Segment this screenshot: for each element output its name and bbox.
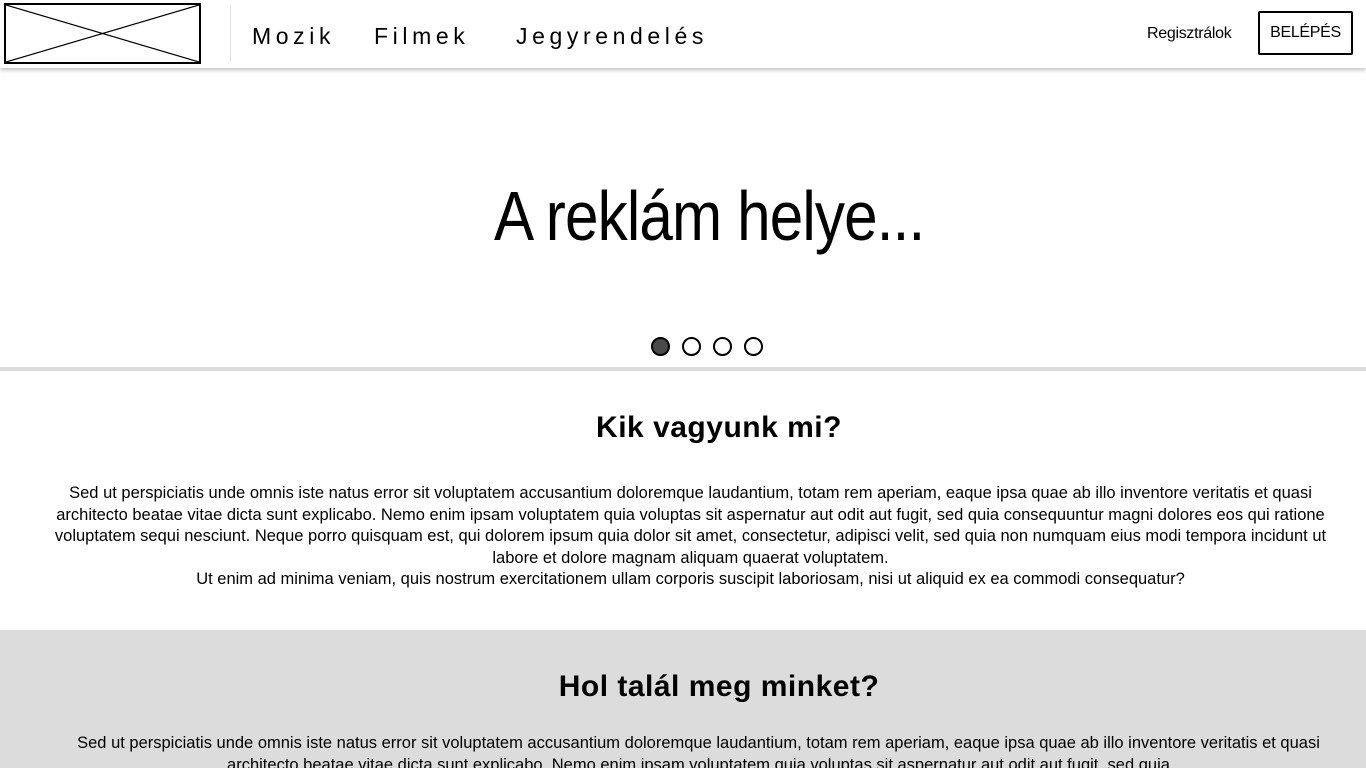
location-text: Sed ut perspiciatis unde omnis iste natu…	[48, 733, 1349, 768]
hero-ad-text: A reklám helye...	[493, 177, 925, 255]
about-title: Kik vagyunk mi?	[596, 411, 842, 444]
nav-item-mozik[interactable]: Mozik	[252, 22, 335, 50]
about-section: Kik vagyunk mi? Sed ut perspiciatis unde…	[0, 371, 1366, 630]
carousel-dot-4[interactable]	[744, 337, 763, 356]
hero-banner: A reklám helye...	[0, 68, 1366, 367]
carousel-dot-3[interactable]	[713, 337, 732, 356]
location-section: Hol talál meg minket? Sed ut perspiciati…	[0, 630, 1366, 768]
about-paragraph-1: Sed ut perspiciatis unde omnis iste natu…	[54, 484, 1327, 567]
site-header: Mozik Filmek Jegyrendelés Regisztrálok B…	[0, 0, 1366, 68]
location-title: Hol talál meg minket?	[558, 670, 880, 703]
login-button[interactable]: BELÉPÉS	[1258, 11, 1353, 55]
header-divider	[230, 6, 231, 62]
nav-item-jegyrendeles[interactable]: Jegyrendelés	[516, 22, 708, 50]
carousel-dot-1[interactable]	[651, 337, 670, 356]
nav-item-filmek[interactable]: Filmek	[374, 22, 469, 50]
about-paragraph-2: Ut enim ad minima veniam, quis nostrum e…	[196, 570, 1185, 588]
carousel-indicators	[651, 337, 763, 357]
register-link[interactable]: Regisztrálok	[1147, 24, 1232, 44]
about-text: Sed ut perspiciatis unde omnis iste natu…	[40, 483, 1341, 591]
carousel-dot-2[interactable]	[682, 337, 701, 356]
logo-placeholder-icon	[6, 5, 199, 62]
location-paragraph-1: Sed ut perspiciatis unde omnis iste natu…	[77, 734, 1320, 768]
logo-placeholder[interactable]	[4, 3, 201, 64]
